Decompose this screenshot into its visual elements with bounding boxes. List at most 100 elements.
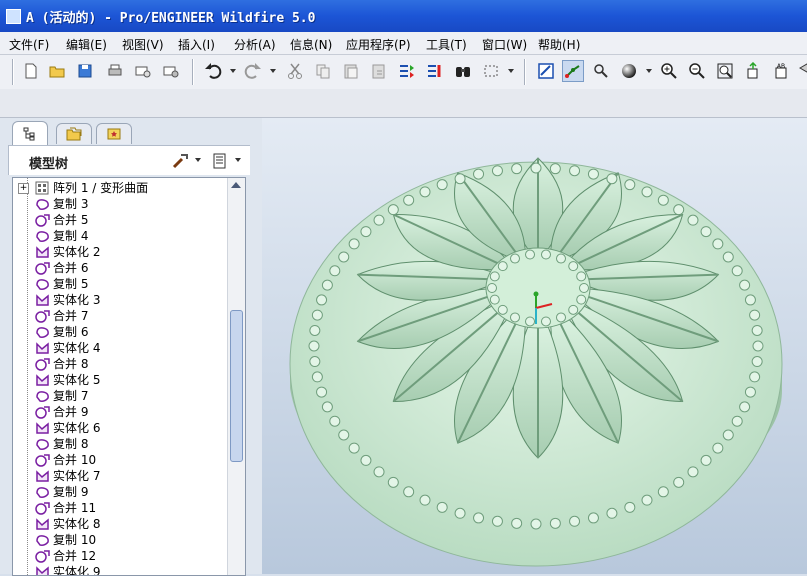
bead	[308, 340, 320, 352]
open-folder-icon[interactable]	[46, 60, 68, 82]
scroll-up-icon[interactable]	[231, 182, 241, 188]
favorites-icon	[107, 128, 121, 140]
merge-feature-icon	[35, 213, 50, 227]
tree-item[interactable]: 实体化 4	[13, 340, 227, 356]
tree-item[interactable]: 实体化 6	[13, 420, 227, 436]
tree-item[interactable]: 合并 10	[13, 452, 227, 468]
paste-icon[interactable]	[340, 60, 362, 82]
bead	[497, 261, 508, 272]
menu-tools[interactable]: 工具(T)	[426, 36, 467, 53]
tree-item[interactable]: 合并 11	[13, 500, 227, 516]
tree-item[interactable]: 合并 9	[13, 404, 227, 420]
shading-icon[interactable]	[618, 60, 640, 82]
menu-file[interactable]: 文件(F)	[9, 36, 49, 53]
expand-icon[interactable]: +	[18, 183, 29, 194]
spin-center-icon[interactable]	[562, 60, 584, 82]
tree-item[interactable]: 复制 5	[13, 276, 227, 292]
tree-item[interactable]: 实体化 2	[13, 244, 227, 260]
menu-window[interactable]: 窗口(W)	[482, 36, 527, 53]
tree-item[interactable]: 复制 3	[13, 196, 227, 212]
tree-item[interactable]: + 阵列 1 / 变形曲面	[13, 180, 227, 196]
scroll-thumb[interactable]	[230, 310, 243, 462]
tree-settings-icon[interactable]	[171, 152, 189, 170]
bead	[587, 168, 599, 180]
tree-show-icon[interactable]	[211, 152, 229, 170]
menu-applications[interactable]: 应用程序(P)	[346, 36, 411, 53]
copy-icon[interactable]	[312, 60, 334, 82]
bead	[722, 429, 734, 441]
tree-item[interactable]: 实体化 9	[13, 564, 227, 575]
tree-item-label: 合并 8	[53, 357, 89, 371]
cut-icon[interactable]	[284, 60, 306, 82]
tree-item[interactable]: 复制 8	[13, 436, 227, 452]
menu-info[interactable]: 信息(N)	[290, 36, 332, 53]
saved-views-icon[interactable]: AB	[770, 60, 792, 82]
layers-icon[interactable]	[796, 60, 807, 82]
tree-item[interactable]: 合并 5	[13, 212, 227, 228]
tree-item[interactable]: 合并 8	[13, 356, 227, 372]
bead	[373, 214, 385, 226]
tree-item[interactable]: 复制 6	[13, 324, 227, 340]
shading-dropdown-icon[interactable]	[646, 69, 652, 73]
zoom-out-icon[interactable]	[686, 60, 708, 82]
bead	[568, 304, 579, 315]
favorites-tab[interactable]	[96, 123, 132, 144]
regen-manager-icon[interactable]	[424, 60, 446, 82]
menu-view[interactable]: 视图(V)	[122, 36, 164, 53]
model-tree-tab[interactable]	[12, 121, 48, 145]
tree-item[interactable]: 实体化 7	[13, 468, 227, 484]
reorient-icon[interactable]	[742, 60, 764, 82]
panel-splitter[interactable]	[250, 118, 262, 574]
tree-item[interactable]: 复制 4	[13, 228, 227, 244]
email-attach-icon[interactable]	[160, 60, 182, 82]
svg-text:AB: AB	[777, 63, 785, 70]
pattern-feature-icon	[35, 181, 50, 195]
tree-item[interactable]: 合并 12	[13, 548, 227, 564]
orient-mode-icon[interactable]	[590, 60, 612, 82]
tree-item[interactable]: 复制 7	[13, 388, 227, 404]
tree-item[interactable]: 实体化 3	[13, 292, 227, 308]
window-title: A (活动的) - Pro/ENGINEER Wildfire 5.0	[26, 11, 316, 26]
repaint-icon[interactable]	[535, 60, 557, 82]
bead	[751, 324, 763, 336]
tree-scrollbar[interactable]	[227, 178, 245, 575]
bead	[436, 179, 448, 191]
bead	[360, 454, 372, 466]
print-icon[interactable]	[104, 60, 126, 82]
select-box-icon[interactable]	[480, 60, 502, 82]
paste-special-icon[interactable]	[368, 60, 390, 82]
tree-item[interactable]: 合并 7	[13, 308, 227, 324]
undo-icon[interactable]	[202, 60, 224, 82]
redo-dropdown-icon[interactable]	[270, 69, 276, 73]
find-icon[interactable]	[452, 60, 474, 82]
bead	[316, 294, 328, 306]
redo-icon[interactable]	[242, 60, 264, 82]
3d-model[interactable]	[262, 118, 807, 574]
menu-analysis[interactable]: 分析(A)	[234, 36, 276, 53]
tree-settings-dropdown-icon[interactable]	[195, 158, 201, 162]
regenerate-icon[interactable]	[396, 60, 418, 82]
tree-item[interactable]: 合并 6	[13, 260, 227, 276]
zoom-in-icon[interactable]	[658, 60, 680, 82]
new-file-icon[interactable]	[20, 60, 42, 82]
graphics-window[interactable]	[262, 118, 807, 574]
menu-edit[interactable]: 编辑(E)	[66, 36, 107, 53]
save-icon[interactable]	[74, 60, 96, 82]
folder-browser-tab[interactable]	[56, 123, 92, 144]
menu-insert[interactable]: 插入(I)	[178, 36, 215, 53]
tree-item[interactable]: 实体化 8	[13, 516, 227, 532]
refit-icon[interactable]	[714, 60, 736, 82]
select-dropdown-icon[interactable]	[508, 69, 514, 73]
tree-item[interactable]: 实体化 5	[13, 372, 227, 388]
tree-item[interactable]: 复制 10	[13, 532, 227, 548]
bead	[712, 442, 724, 454]
bead	[489, 294, 500, 305]
tree-item[interactable]: 复制 9	[13, 484, 227, 500]
tree-show-dropdown-icon[interactable]	[235, 158, 241, 162]
undo-dropdown-icon[interactable]	[230, 69, 236, 73]
email-icon[interactable]	[132, 60, 154, 82]
merge-feature-icon	[35, 309, 50, 323]
copy-feature-icon	[35, 277, 50, 291]
bead	[387, 476, 399, 488]
menu-help[interactable]: 帮助(H)	[538, 36, 580, 53]
